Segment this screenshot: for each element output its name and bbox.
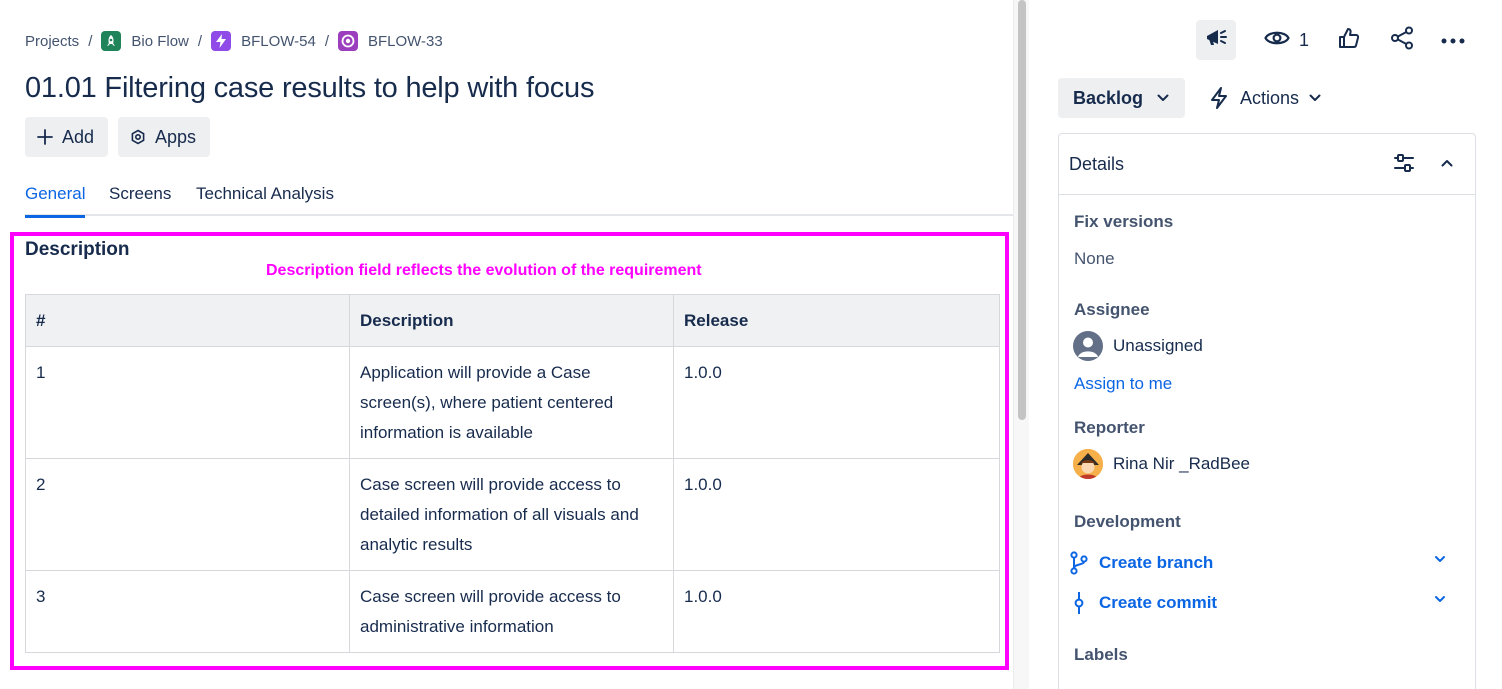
add-button-label: Add: [62, 126, 95, 147]
tab-general[interactable]: General: [25, 184, 86, 218]
create-commit-label: Create commit: [1099, 593, 1218, 612]
table-cell-description: Case screen will provide access to admin…: [349, 570, 674, 653]
table-row: 3 Case screen will provide access to adm…: [25, 570, 1000, 653]
apps-button-label: Apps: [155, 126, 197, 147]
table-row: 1 Application will provide a Case screen…: [25, 346, 1000, 459]
create-commit-link[interactable]: Create commit: [1068, 590, 1446, 616]
development-label: Development: [1074, 512, 1181, 531]
create-branch-link[interactable]: Create branch: [1068, 550, 1446, 576]
issue-header-actions: 1: [1196, 20, 1473, 60]
table-cell-release: 1.0.0: [673, 458, 1000, 571]
actions-label: Actions: [1240, 87, 1300, 108]
breadcrumb-separator: /: [197, 32, 203, 50]
status-dropdown[interactable]: Backlog: [1058, 78, 1185, 118]
share-icon: [1390, 26, 1414, 55]
tab-technical-analysis[interactable]: Technical Analysis: [196, 184, 334, 216]
column-header: Description: [349, 294, 674, 347]
breadcrumb-feature[interactable]: BFLOW-33: [337, 31, 443, 51]
share-button[interactable]: [1382, 20, 1422, 60]
watch-button[interactable]: 1: [1264, 20, 1309, 60]
fix-versions-label: Fix versions: [1074, 212, 1174, 231]
table-row: 2 Case screen will provide access to det…: [25, 458, 1000, 571]
actions-dropdown[interactable]: Actions: [1200, 78, 1321, 118]
create-branch-label: Create branch: [1099, 553, 1214, 572]
reporter-avatar: [1073, 449, 1103, 479]
column-header: #: [25, 294, 350, 347]
fix-versions-value[interactable]: None: [1074, 249, 1115, 269]
add-button[interactable]: Add: [25, 117, 109, 157]
main-scrollbar[interactable]: [1013, 0, 1029, 689]
reporter-label: Reporter: [1074, 418, 1145, 437]
like-button[interactable]: [1329, 20, 1369, 60]
more-actions-button[interactable]: [1433, 20, 1473, 60]
issue-toolbar: Add Apps: [25, 117, 211, 157]
annotation-text: Description field reflects the evolution…: [266, 262, 702, 279]
apps-button[interactable]: Apps: [118, 117, 211, 157]
reporter-field[interactable]: Rina Nir _RadBee: [1073, 449, 1250, 479]
table-cell-number: 1: [25, 346, 350, 459]
reporter-value: Rina Nir _RadBee: [1113, 454, 1251, 473]
epic-bolt-icon: [211, 31, 232, 51]
description-table[interactable]: # Description Release 1 Application will…: [25, 294, 1000, 653]
breadcrumb-separator: /: [88, 32, 93, 50]
feature-icon: [337, 31, 358, 51]
table-cell-release: 1.0.0: [673, 346, 1000, 459]
breadcrumb-projects[interactable]: Projects: [25, 33, 79, 50]
breadcrumb: Projects / Bio Flow / BFLOW-54 / BFLOW-3…: [25, 29, 443, 53]
plus-icon: [36, 128, 54, 146]
assignee-label: Assignee: [1074, 300, 1150, 319]
details-title: Details: [1069, 153, 1125, 174]
assignee-value: Unassigned: [1113, 336, 1203, 355]
table-header-row: # Description Release: [25, 294, 1000, 347]
description-heading: Description: [25, 239, 130, 260]
apps-hexagon-icon: [129, 128, 147, 146]
assignee-field[interactable]: Unassigned: [1073, 331, 1203, 361]
branch-icon: [1068, 551, 1090, 575]
labels-label: Labels: [1074, 645, 1128, 664]
breadcrumb-project-bio-flow[interactable]: Bio Flow: [101, 31, 189, 51]
table-cell-number: 3: [25, 570, 350, 653]
chevron-down-icon[interactable]: [1434, 595, 1446, 603]
eye-icon: [1264, 29, 1290, 52]
chevron-down-icon: [1157, 94, 1169, 102]
tab-bar: General Screens Technical Analysis: [25, 184, 1013, 218]
breadcrumb-separator: /: [324, 32, 329, 50]
thumbs-up-icon: [1338, 27, 1360, 54]
megaphone-button[interactable]: [1196, 20, 1236, 60]
assign-to-me-link[interactable]: Assign to me: [1074, 374, 1172, 394]
commit-icon: [1068, 591, 1090, 615]
watch-count: 1: [1299, 29, 1310, 50]
megaphone-icon: [1204, 27, 1228, 54]
breadcrumb-epic[interactable]: BFLOW-54: [211, 31, 316, 51]
page-title[interactable]: 01.01 Filtering case results to help wit…: [25, 72, 594, 105]
scrollbar-thumb[interactable]: [1018, 0, 1026, 420]
configure-fields-icon[interactable]: [1393, 152, 1415, 179]
tab-screens[interactable]: Screens: [109, 184, 171, 216]
chevron-up-icon[interactable]: [1441, 154, 1453, 172]
table-cell-release: 1.0.0: [673, 570, 1000, 653]
rocket-icon: [101, 31, 122, 51]
details-header[interactable]: Details: [1059, 134, 1475, 195]
unassigned-avatar-icon: [1073, 331, 1103, 361]
column-header: Release: [673, 294, 1000, 347]
chevron-down-icon[interactable]: [1434, 555, 1446, 563]
status-label: Backlog: [1073, 87, 1144, 108]
more-dots-icon: [1441, 31, 1465, 49]
lightning-icon: [1210, 87, 1228, 109]
chevron-down-icon: [1309, 94, 1321, 102]
table-cell-description: Application will provide a Case screen(s…: [349, 346, 674, 459]
table-cell-number: 2: [25, 458, 350, 571]
table-cell-description: Case screen will provide access to detai…: [349, 458, 674, 571]
